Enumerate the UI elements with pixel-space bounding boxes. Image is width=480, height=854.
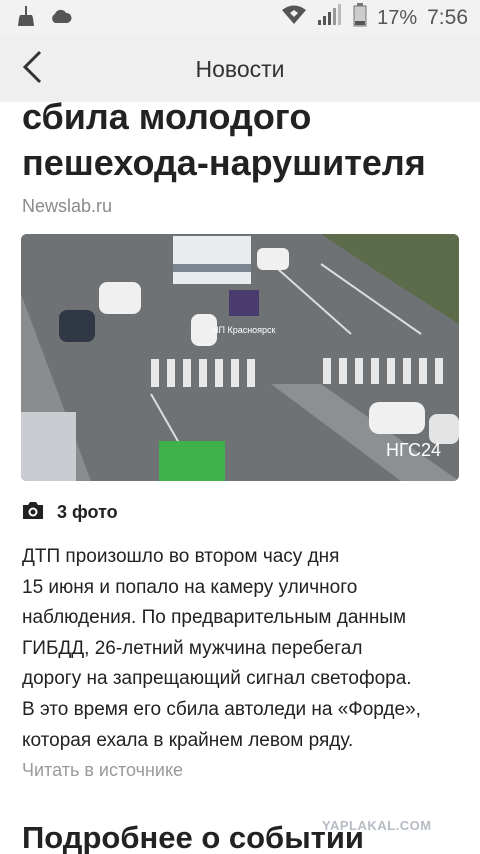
body-line: которая ехала в крайнем левом ряду. [22, 729, 354, 751]
wifi-icon [281, 5, 307, 31]
battery-percent: 17% [377, 6, 418, 29]
body-line: ДТП произошло во втором часу дня [22, 546, 340, 567]
body-line: В это время его сбила автоледи на «Форде… [22, 698, 421, 720]
signal-icon [317, 4, 343, 32]
body-line: дорогу на запрещающий сигнал светофора. [22, 668, 412, 690]
camera-icon [21, 500, 45, 525]
body-line: ГИБДД, 26-летний мужчина перебегал [22, 637, 363, 659]
cloud-icon [50, 8, 72, 29]
more-section-title: Подробнее о событии [22, 820, 364, 854]
back-arrow-icon[interactable] [21, 50, 43, 89]
article-content[interactable]: сбила молодого пешехода-нарушителя Newsl… [0, 102, 480, 854]
broom-icon [16, 5, 36, 32]
photo-credit: НГС24 [386, 440, 441, 460]
back-button[interactable] [14, 50, 50, 88]
photo-count[interactable]: 3 фото [21, 500, 118, 525]
article-body: ДТП произошло во втором часу дня 15 июня… [22, 542, 462, 756]
article-headline: сбила молодого пешехода-нарушителя [22, 102, 426, 183]
photo-count-label: 3 фото [57, 502, 118, 522]
battery-icon [353, 3, 367, 33]
article-source[interactable]: Newslab.ru [22, 196, 112, 217]
status-bar: 17% 7:56 [0, 0, 480, 36]
read-source-link[interactable]: Читать в источнике [22, 760, 183, 781]
clock: 7:56 [427, 6, 468, 29]
app-bar-title: Новости [195, 55, 285, 82]
body-line: наблюдения. По предварительным данным [22, 607, 407, 629]
article-photo[interactable]: ЧП Красноярск НГС24 [21, 234, 459, 481]
watermark: YAPLAKAL.COM [322, 818, 432, 833]
photo-overlay-text: ЧП Красноярск [212, 325, 275, 335]
app-bar: Новости [0, 36, 480, 102]
body-line: 15 июня и попало на камеру уличного [22, 576, 358, 598]
